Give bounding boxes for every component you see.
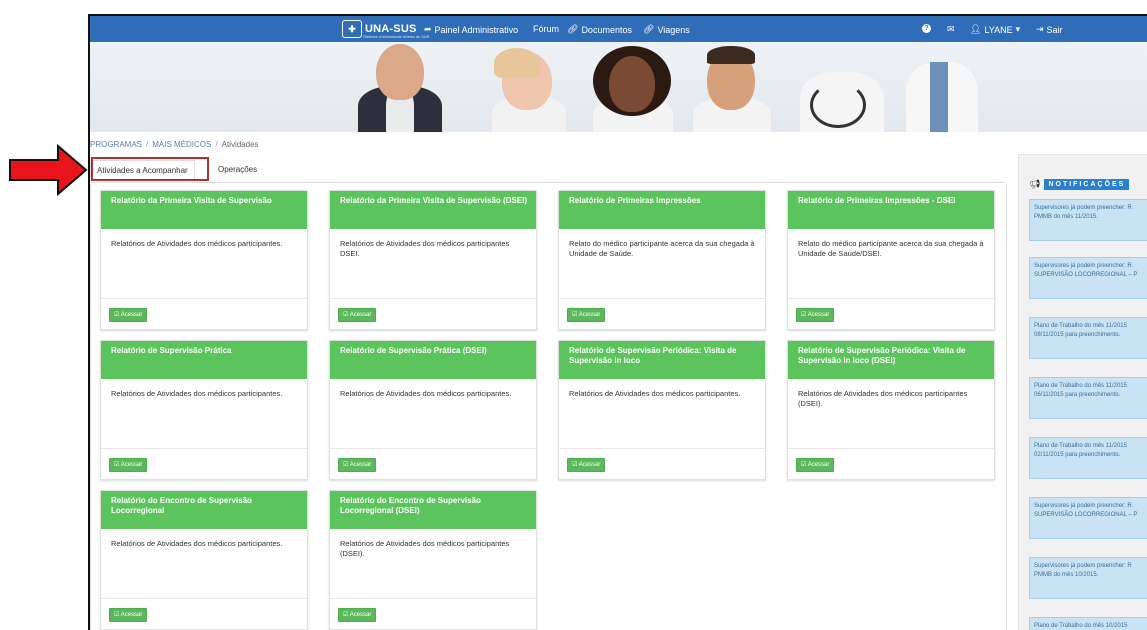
header-banner-photo (90, 42, 1147, 132)
doctor-figure (687, 42, 777, 132)
edit-icon: ☑ (801, 462, 808, 468)
logo-subtitle: Sistema Universidade Aberta do SUS (363, 34, 430, 39)
nav-documentos[interactable]: 🔗︎ Documentos (567, 24, 632, 35)
acessar-button[interactable]: ☑ Acessar (567, 308, 606, 322)
edit-icon: ☑ (801, 312, 808, 318)
user-menu[interactable]: 👤︎ LYANE ▾ (970, 24, 1020, 35)
doctor-figure (902, 42, 982, 132)
card-description: Relatórios de Atividades dos médicos par… (340, 539, 510, 558)
acessar-button[interactable]: ☑ Acessar (796, 308, 835, 322)
notifications-title: NOTIFICAÇÕES (1044, 179, 1130, 190)
acessar-button[interactable]: ☑ Acessar (109, 458, 148, 472)
edit-icon: ☑ (343, 312, 350, 318)
top-navbar: ✚ UNA-SUS Sistema Universidade Aberta do… (90, 16, 1147, 42)
card-description: Relatórios de Atividades dos médicos par… (340, 389, 512, 398)
help-icon[interactable]: ? (922, 24, 931, 33)
edit-icon: ☑ (114, 612, 121, 618)
card-title: Relatório do Encontro de Supervisão Loco… (101, 491, 307, 529)
notification-item[interactable]: Supervisores já podem preencher: R SUPERV… (1029, 497, 1147, 539)
doctor-figure (587, 42, 679, 132)
activity-card: Relatório de Primeiras Impressões - DSEI… (787, 190, 995, 330)
doctor-figure (790, 42, 890, 132)
card-description: Relatórios de Atividades dos médicos par… (111, 389, 283, 398)
acessar-button[interactable]: ☑ Acessar (338, 608, 377, 622)
acessar-button[interactable]: ☑ Acessar (338, 308, 377, 322)
card-description: Relatórios de Atividades dos médicos par… (340, 239, 510, 258)
notification-item[interactable]: Supervisores já podem preencher: R PMMB d… (1029, 557, 1147, 599)
edit-icon: ☑ (343, 612, 350, 618)
card-description: Relatórios de Atividades dos médicos par… (111, 239, 283, 248)
app-window: ✚ UNA-SUS Sistema Universidade Aberta do… (88, 14, 1147, 630)
card-title: Relatório de Supervisão Prática (DSEI) (330, 341, 536, 379)
edit-icon: ☑ (114, 312, 121, 318)
notification-item[interactable]: Plano de Trabalho do mês 11/2015 02/11/20… (1029, 437, 1147, 479)
doctor-figure (352, 42, 448, 132)
card-description: Relato do médico participante acerca da … (569, 239, 755, 258)
user-icon: 👤︎ (970, 24, 982, 34)
notification-item[interactable]: Supervisores já podem preencher: R PMMB d… (1029, 199, 1147, 241)
card-title: Relatório de Primeiras Impressões (559, 191, 765, 229)
card-description: Relatórios de Atividades dos médicos par… (569, 389, 741, 398)
notification-item[interactable]: Plano de Trabalho do mês 11/2015 08/11/20… (1029, 317, 1147, 359)
megaphone-icon: 📢︎ (1029, 179, 1041, 189)
nav-forum[interactable]: Fórum (533, 24, 559, 34)
card-description: Relatórios de Atividades dos médicos par… (111, 539, 283, 548)
card-title: Relatório de Primeiras Impressões - DSEI (788, 191, 994, 229)
notification-item[interactable]: Plano de Trabalho do mês 11/2015 06/11/20… (1029, 377, 1147, 419)
user-name: LYANE (984, 24, 1013, 35)
edit-icon: ☑ (572, 312, 579, 318)
logo-icon: ✚ (342, 20, 362, 38)
activity-card: Relatório da Primeira Visita de Supervis… (329, 190, 537, 330)
link-icon: 🔗︎ (643, 24, 655, 34)
card-title: Relatório de Supervisão Periódica: Visit… (788, 341, 994, 379)
nav-viagens[interactable]: 🔗︎ Viagens (643, 24, 690, 35)
activity-card: Relatório de Supervisão Periódica: Visit… (558, 340, 766, 480)
tabs-bar: Atividades a Acompanhar Operações (90, 158, 1005, 183)
red-arrow-pointer (9, 144, 88, 196)
edit-icon: ☑ (343, 462, 350, 468)
card-title: Relatório de Supervisão Periódica: Visit… (559, 341, 765, 379)
notification-item[interactable]: Supervisores já podem preencher: R SUPERV… (1029, 257, 1147, 299)
acessar-button[interactable]: ☑ Acessar (109, 308, 148, 322)
activity-card: Relatório de Supervisão Prática (DSEI) R… (329, 340, 537, 480)
link-icon: 🔗︎ (567, 24, 579, 34)
breadcrumb-current: Atividades (221, 140, 259, 149)
mail-icon[interactable]: ✉ (947, 24, 955, 35)
activity-card: Relatório de Supervisão Periódica: Visit… (787, 340, 995, 480)
activity-card: Relatório de Supervisão Prática Relatóri… (100, 340, 308, 480)
caret-down-icon: ▾ (1015, 24, 1021, 34)
activity-card: Relatório da Primeira Visita de Supervis… (100, 190, 308, 330)
breadcrumb: PROGRAMAS / MAIS MÉDICOS / Atividades (90, 140, 259, 149)
card-description: Relato do médico participante acerca da … (798, 239, 984, 258)
sign-out-icon: ⇥ (1036, 24, 1044, 34)
acessar-button[interactable]: ☑ Acessar (109, 608, 148, 622)
acessar-button[interactable]: ☑ Acessar (567, 458, 606, 472)
nav-painel-administrativo[interactable]: ➦ Painel Administrativo (424, 24, 518, 35)
edit-icon: ☑ (572, 462, 579, 468)
notifications-panel: 📢︎ NOTIFICAÇÕES Supervisores já podem pr… (1018, 154, 1147, 630)
breadcrumb-mais-medicos[interactable]: MAIS MÉDICOS (152, 140, 211, 149)
logout-link[interactable]: ⇥ Sair (1036, 24, 1063, 35)
breadcrumb-programas[interactable]: PROGRAMAS (90, 140, 142, 149)
edit-icon: ☑ (114, 462, 121, 468)
acessar-button[interactable]: ☑ Acessar (338, 458, 377, 472)
acessar-button[interactable]: ☑ Acessar (796, 458, 835, 472)
notifications-header: 📢︎ NOTIFICAÇÕES (1029, 179, 1130, 190)
card-title: Relatório da Primeira Visita de Supervis… (330, 191, 536, 229)
doctor-figure (484, 42, 574, 132)
card-title: Relatório de Supervisão Prática (101, 341, 307, 379)
share-arrow-icon: ➦ (424, 24, 432, 34)
una-sus-logo[interactable]: ✚ UNA-SUS Sistema Universidade Aberta do… (342, 19, 429, 39)
activity-card: Relatório do Encontro de Supervisão Loco… (100, 490, 308, 630)
activity-card: Relatório do Encontro de Supervisão Loco… (329, 490, 537, 630)
tab-operacoes[interactable]: Operações (212, 160, 263, 180)
card-title: Relatório do Encontro de Supervisão Loco… (330, 491, 536, 529)
card-title: Relatório da Primeira Visita de Supervis… (101, 191, 307, 229)
activity-card: Relatório de Primeiras Impressões Relato… (558, 190, 766, 330)
notification-item[interactable]: Plano de Trabalho do mês 10/2015 (1029, 617, 1147, 630)
card-description: Relatórios de Atividades dos médicos par… (798, 389, 968, 408)
activities-grid: Relatório da Primeira Visita de Supervis… (90, 184, 1007, 630)
tab-highlight-box (91, 157, 209, 181)
